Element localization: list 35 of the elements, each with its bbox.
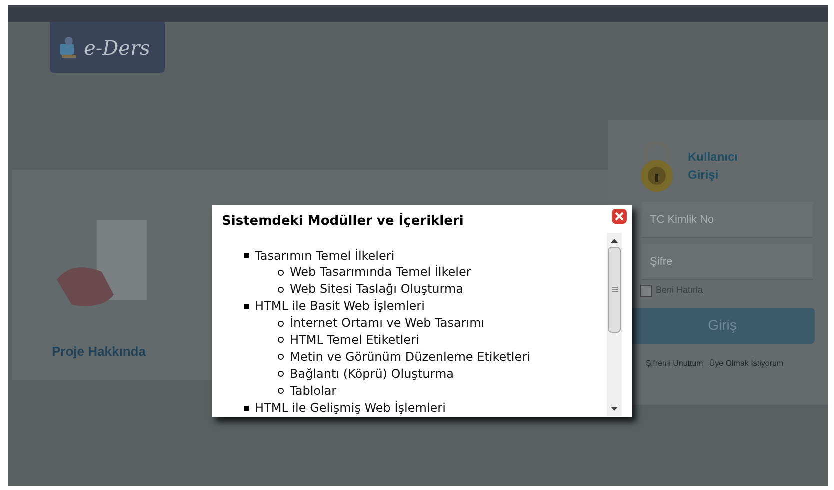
circle-bullet-icon (278, 270, 284, 276)
module-title[interactable]: Tasarımın Temel İlkeleri (255, 248, 395, 264)
grip-icon (612, 287, 618, 292)
scrollbar-thumb[interactable] (608, 246, 621, 332)
submodule-title[interactable]: Metin ve Görünüm Düzenleme Etiketleri (290, 348, 530, 366)
logo-text: e-Ders (84, 34, 150, 62)
close-icon (615, 212, 624, 221)
scroll-up-icon[interactable] (611, 238, 618, 242)
submodule-title[interactable]: Web Tasarımında Temel İlkeler (290, 264, 472, 282)
modal-title: Sistemdeki Modüller ve İçerikleri (222, 212, 464, 231)
circle-bullet-icon (278, 320, 284, 327)
logo-badge[interactable]: e-Ders (50, 22, 165, 73)
circle-bullet-icon (278, 354, 284, 360)
scrollbar[interactable] (607, 232, 622, 416)
project-title: Proje Hakkında (52, 343, 146, 361)
remember-checkbox[interactable] (640, 284, 652, 297)
submodule-title[interactable]: HTML Temel Etiketleri (290, 332, 420, 349)
square-bullet-icon (244, 253, 249, 258)
module-title[interactable]: HTML ile Basit Web İşlemleri (255, 298, 425, 316)
submodule-title[interactable]: İnternet Ortamı ve Web Tasarımı (290, 315, 485, 332)
square-bullet-icon (244, 406, 249, 411)
circle-bullet-icon (278, 388, 284, 394)
login-title: Kullanıcı Girişi (688, 149, 740, 184)
module-title[interactable]: HTML ile Gelişmiş Web İşlemleri (255, 400, 446, 417)
circle-bullet-icon (278, 371, 284, 378)
login-input-field[interactable]: TC Kimlik No (642, 202, 813, 238)
login-input-field[interactable]: Şifre (642, 244, 813, 280)
square-bullet-icon (244, 304, 249, 310)
circle-bullet-icon (278, 337, 284, 344)
submodule-title[interactable]: Bağlantı (Köprü) Oluşturma (290, 366, 454, 383)
padlock-icon (638, 140, 676, 192)
circle-bullet-icon (278, 286, 284, 293)
submodule-title[interactable]: Tablolar (290, 382, 337, 400)
close-button[interactable] (612, 209, 627, 224)
submodule-title[interactable]: Web Sitesi Taslağı Oluşturma (290, 281, 464, 298)
